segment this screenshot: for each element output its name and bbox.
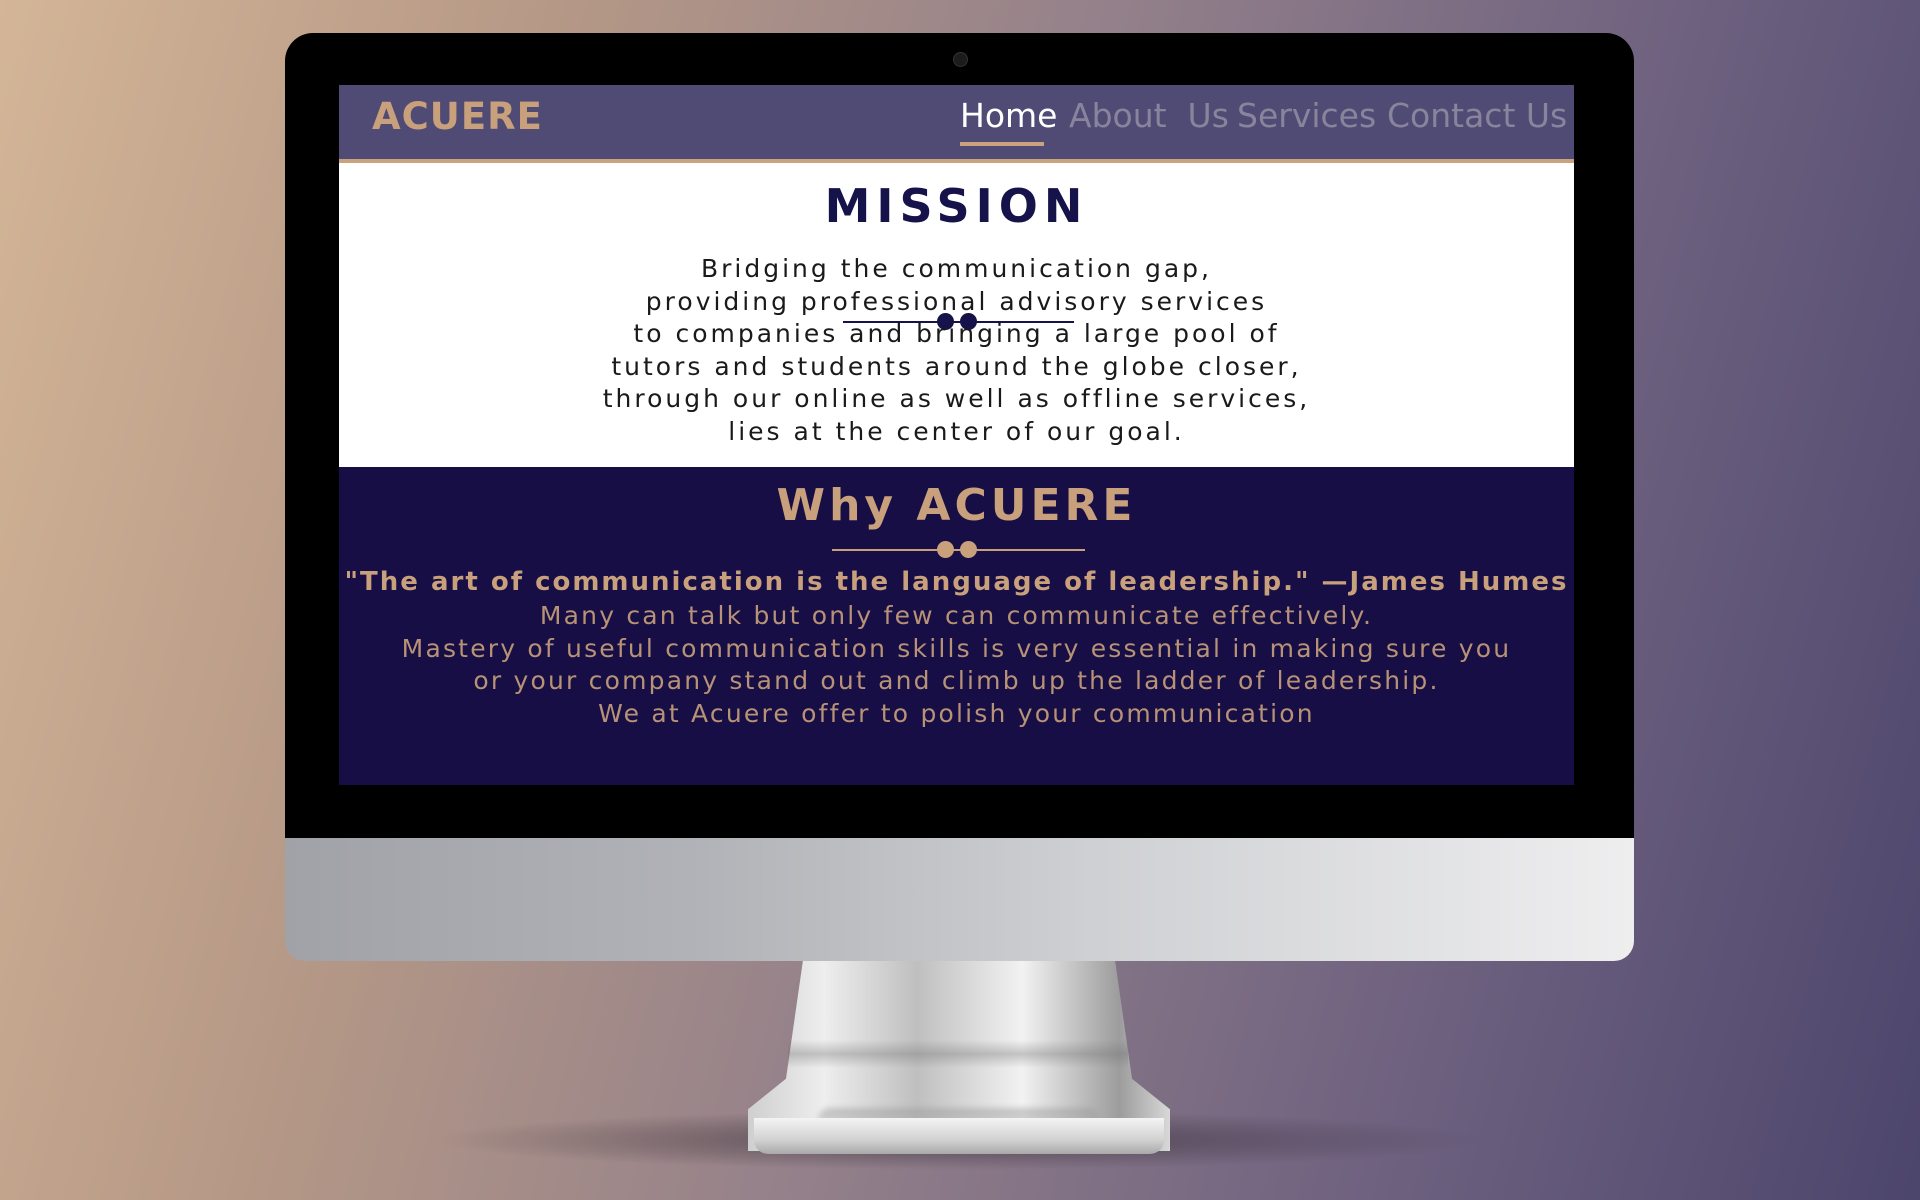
nav-contact-us[interactable]: Contact Us: [1387, 96, 1567, 135]
website-screen: ACUERE Home About Us Services Contact Us…: [339, 85, 1574, 785]
mission-section: MISSION Bridging the communication gap, …: [339, 163, 1574, 467]
mission-line: Bridging the communication gap,: [701, 254, 1212, 283]
stand-highlight: [788, 1040, 1128, 1068]
mission-line: tutors and students around the globe clo…: [611, 351, 1302, 381]
mission-line: lies at the center of our goal.: [728, 416, 1185, 446]
why-line: or your company stand out and climb up t…: [473, 666, 1440, 695]
mission-line: to companies and bringing a large pool o…: [633, 319, 1280, 348]
why-divider-dot-right: [960, 541, 977, 558]
camera-icon: [953, 52, 968, 67]
why-acuere-title: Why ACUERE: [776, 480, 1137, 531]
monitor-chin: [285, 838, 1634, 961]
brand-logo[interactable]: ACUERE: [372, 95, 543, 138]
why-line: We at Acuere offer to polish your commun…: [598, 698, 1315, 728]
nav-about-us[interactable]: About Us: [1069, 96, 1229, 135]
why-acuere-text: Many can talk but only few can communica…: [339, 600, 1574, 730]
mission-title: MISSION: [824, 179, 1089, 233]
nav-home[interactable]: Home: [960, 96, 1057, 135]
why-divider-line: [832, 549, 1085, 551]
leadership-quote: "The art of communication is the languag…: [344, 567, 1569, 597]
why-acuere-section: Why ACUERE "The art of communication is …: [339, 467, 1574, 785]
why-divider-dot-left: [937, 541, 954, 558]
nav-active-underline: [960, 142, 1044, 146]
navbar: ACUERE Home About Us Services Contact Us: [339, 85, 1574, 163]
mission-line: through our online as well as offline se…: [602, 384, 1311, 413]
nav-services[interactable]: Services: [1237, 96, 1376, 135]
mission-line: providing professional advisory services: [645, 286, 1268, 316]
why-line: Mastery of useful communication skills i…: [401, 633, 1512, 663]
why-line: Many can talk but only few can communica…: [539, 601, 1374, 630]
mission-statement: Bridging the communication gap, providin…: [339, 253, 1574, 448]
stand-foot: [754, 1118, 1164, 1154]
